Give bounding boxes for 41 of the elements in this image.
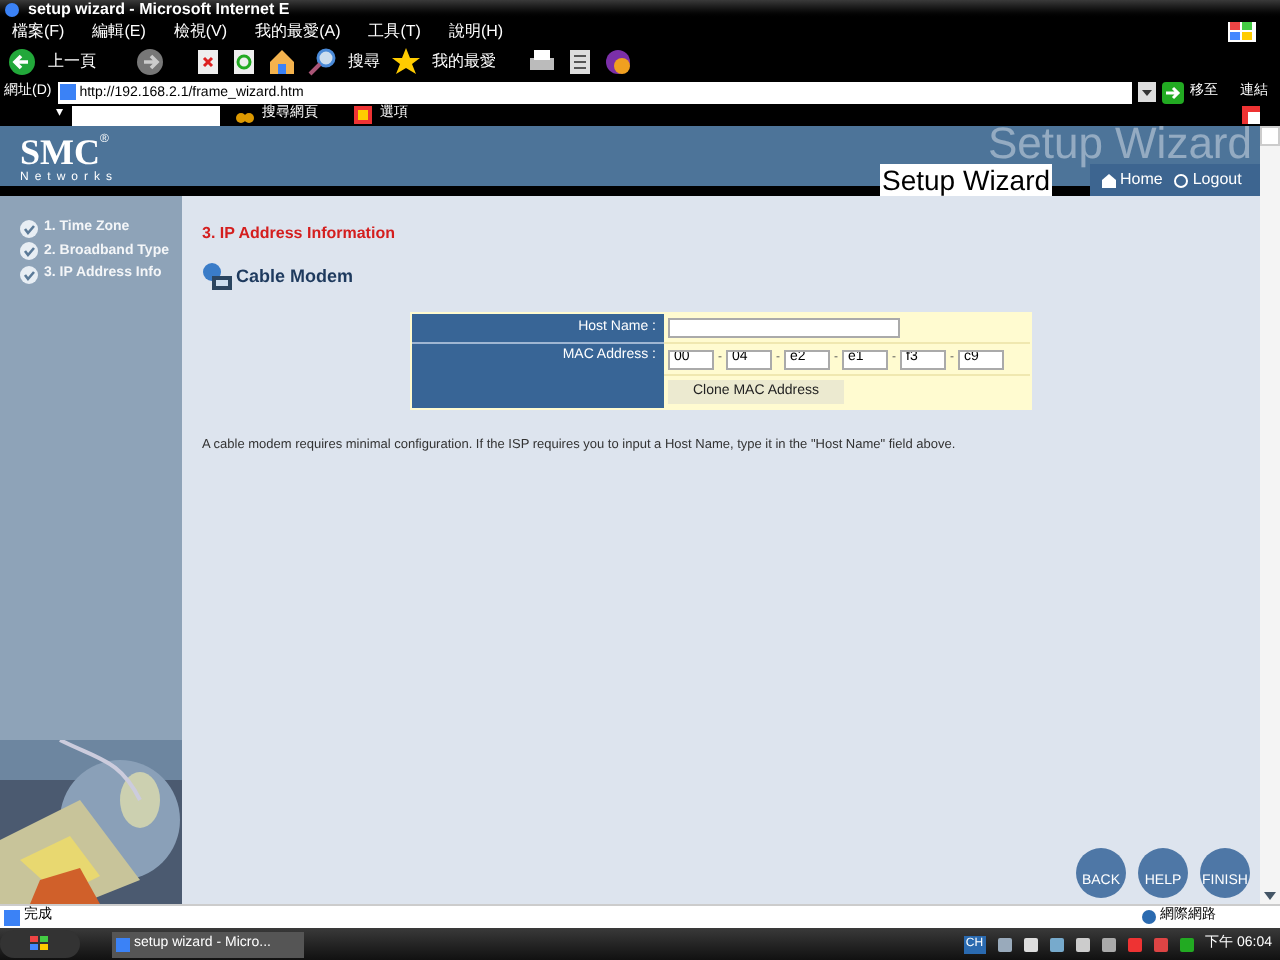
search-icon[interactable] bbox=[308, 48, 336, 76]
scrollbar[interactable] bbox=[1260, 126, 1280, 904]
document-icon[interactable] bbox=[568, 48, 592, 76]
menu-item[interactable]: 工具(T) bbox=[368, 20, 421, 44]
printer-icon[interactable] bbox=[528, 48, 556, 76]
go-arrow-icon[interactable] bbox=[1162, 81, 1184, 103]
host-name-field[interactable] bbox=[668, 318, 900, 338]
menu-item[interactable]: 說明(H) bbox=[448, 20, 504, 44]
nav-link[interactable]: Logout bbox=[1174, 168, 1242, 192]
window-title: setup wizard - Microsoft Internet E bbox=[28, 0, 290, 20]
search-label[interactable]: 搜尋 bbox=[348, 50, 380, 74]
toolbar-options-icon[interactable] bbox=[1242, 106, 1260, 124]
nav-link[interactable]: Home bbox=[1102, 168, 1163, 192]
back-arrow-icon[interactable] bbox=[8, 48, 36, 76]
home-icon[interactable] bbox=[268, 48, 296, 76]
refresh-icon[interactable] bbox=[232, 48, 256, 76]
favorites-label[interactable]: 我的最愛 bbox=[432, 50, 496, 74]
forward-arrow-icon[interactable] bbox=[136, 48, 164, 76]
star-icon[interactable] bbox=[392, 48, 420, 76]
back-label[interactable]: 上一頁 bbox=[48, 50, 96, 74]
options-icon[interactable] bbox=[354, 106, 372, 124]
scroll-thumb[interactable] bbox=[1260, 126, 1280, 146]
dropdown-icon[interactable] bbox=[1138, 82, 1156, 102]
menu-item[interactable]: 編輯(E) bbox=[92, 20, 146, 44]
stop-icon[interactable] bbox=[196, 48, 220, 76]
section-title: 3. IP Address Information bbox=[202, 222, 397, 246]
logo-text: SMC bbox=[20, 132, 100, 172]
menu-item[interactable]: 檔案(F) bbox=[12, 20, 65, 44]
globe-icon bbox=[1142, 910, 1156, 924]
power-icon bbox=[1174, 173, 1189, 187]
start-button-icon[interactable] bbox=[0, 930, 80, 958]
menu-item[interactable]: 我的最愛(A) bbox=[255, 20, 341, 44]
menu-item[interactable]: 檢視(V) bbox=[173, 20, 228, 44]
windows-logo-icon bbox=[1228, 22, 1256, 42]
page-title: Setup Wizard bbox=[880, 164, 1053, 196]
subtitle: Cable Modem bbox=[236, 263, 354, 290]
banner-text: Setup Wizard bbox=[987, 126, 1252, 168]
page-icon bbox=[4, 909, 20, 925]
modem-globe-icon bbox=[202, 262, 232, 292]
search-field[interactable] bbox=[72, 105, 220, 125]
page-icon bbox=[59, 84, 76, 100]
